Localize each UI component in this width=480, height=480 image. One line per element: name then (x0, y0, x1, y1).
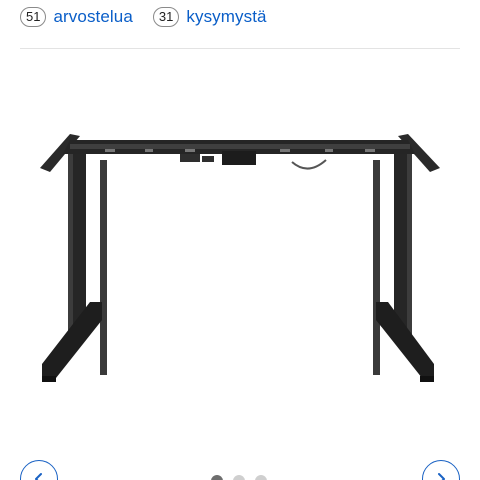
carousel-dot-2[interactable] (233, 475, 245, 480)
chevron-left-icon (35, 473, 42, 480)
questions-link[interactable]: 31 kysymystä (152, 7, 267, 27)
questions-count-badge: 31 (152, 7, 180, 27)
carousel-dots (211, 475, 277, 480)
carousel-dot-3[interactable] (255, 475, 267, 480)
chevron-right-icon (438, 473, 445, 480)
reviews-link[interactable]: 51 arvostelua (20, 7, 133, 27)
questions-label: kysymystä (186, 7, 267, 26)
reviews-label: arvostelua (53, 7, 133, 26)
carousel-prev-button[interactable] (20, 460, 58, 480)
carousel-next-button[interactable] (422, 460, 460, 480)
product-page: 51 arvostelua 31 kysymystä (0, 0, 480, 480)
section-divider (20, 48, 460, 49)
carousel-dot-1[interactable] (211, 475, 223, 480)
reviews-count-badge: 51 (20, 7, 47, 27)
product-image-desk-frame[interactable] (30, 120, 450, 400)
product-stats: 51 arvostelua 31 kysymystä (20, 4, 287, 30)
